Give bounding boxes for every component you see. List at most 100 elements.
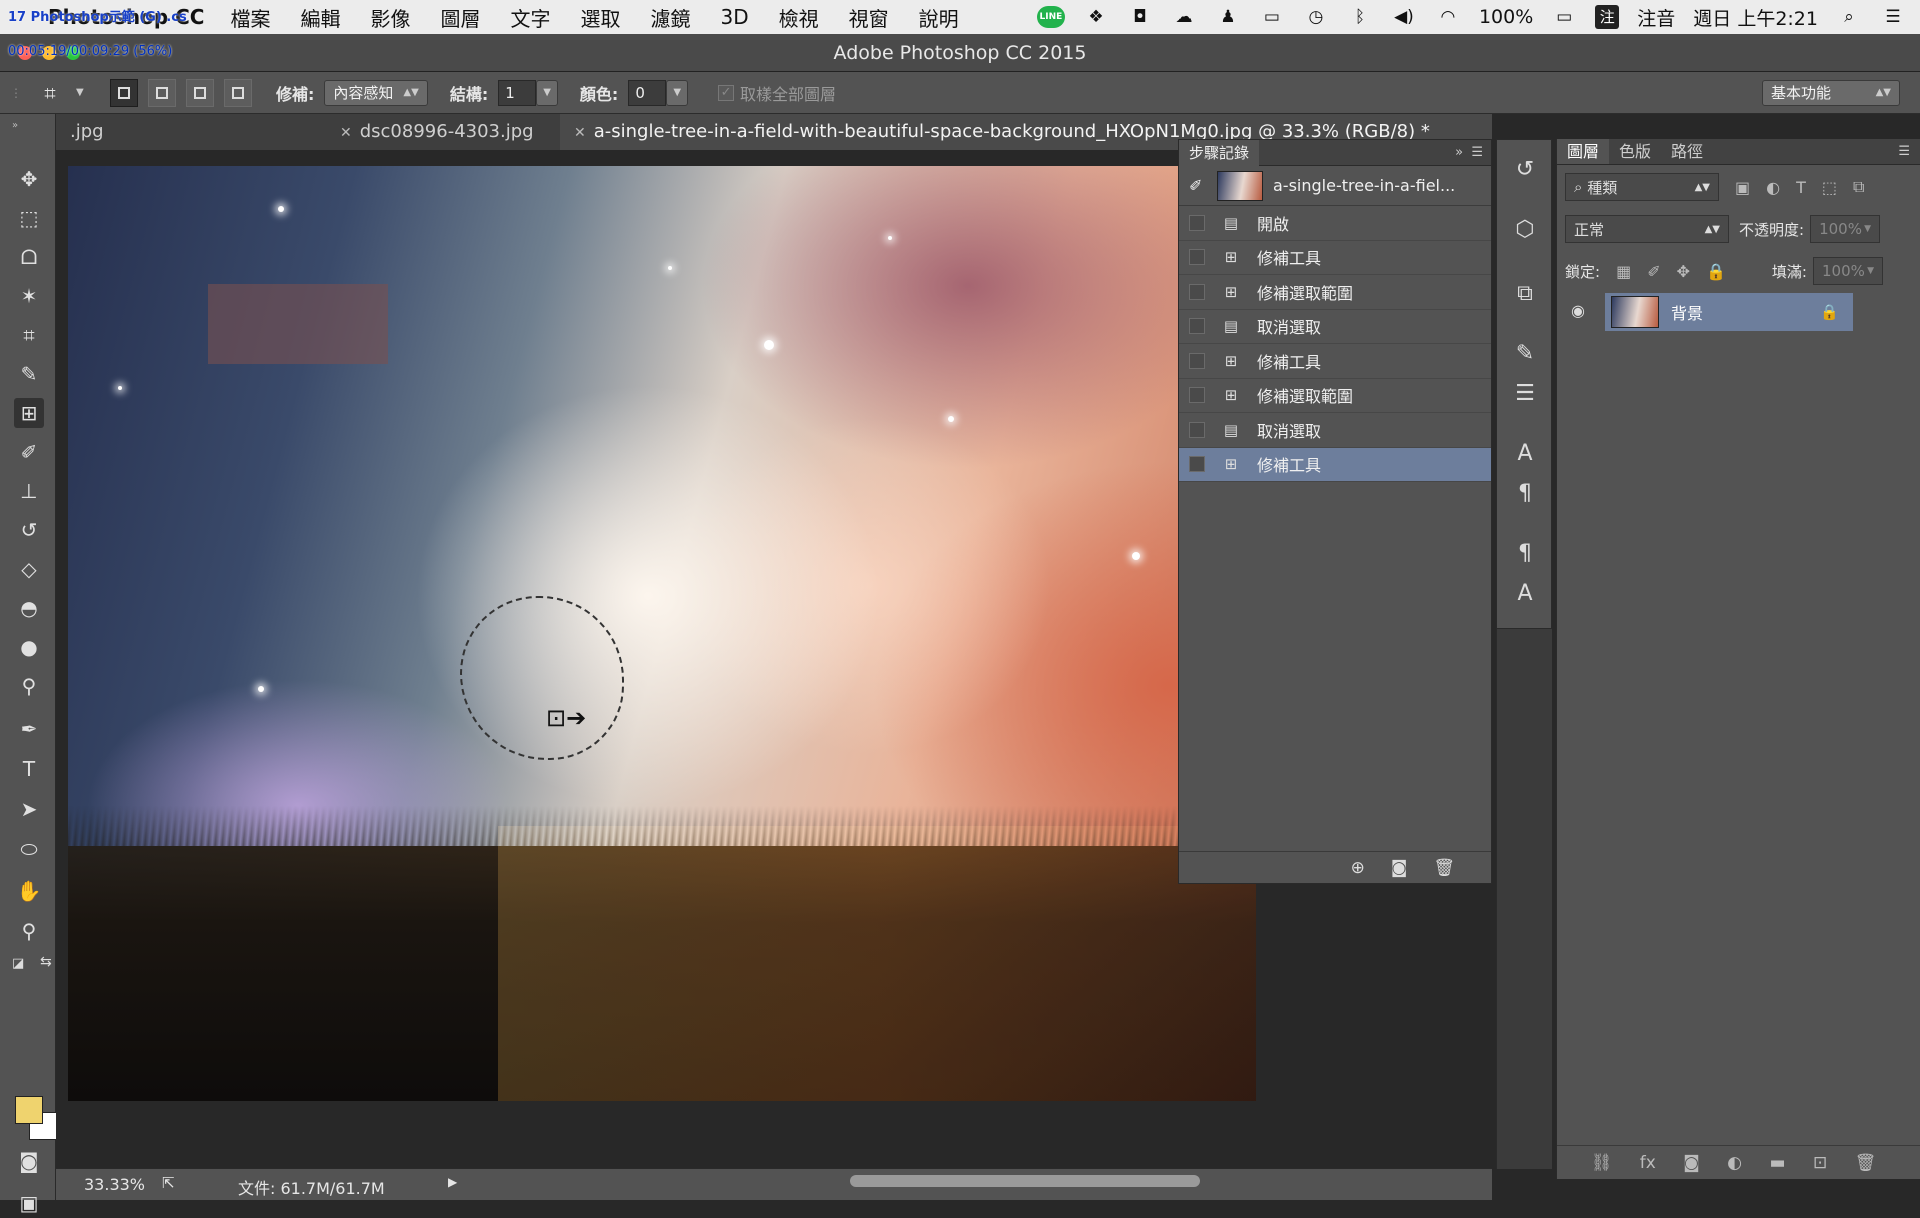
adjustment-layer-icon[interactable]: ◐ xyxy=(1727,1153,1742,1173)
airplay-icon[interactable]: ▭ xyxy=(1259,6,1285,28)
lock-pixels-icon[interactable]: ✐ xyxy=(1647,262,1660,281)
paragraph-styles-icon[interactable]: ¶ xyxy=(1511,540,1539,568)
volume-icon[interactable]: ◀) xyxy=(1391,6,1417,28)
collapse-panel-icon[interactable]: » xyxy=(12,120,18,131)
layer-style-fx-icon[interactable]: fx xyxy=(1640,1153,1656,1173)
swap-colors-icon[interactable]: ⇆ xyxy=(40,954,52,970)
dropbox-icon[interactable]: ❖ xyxy=(1083,6,1109,28)
crop-tool-icon[interactable]: ⌗ xyxy=(14,320,44,350)
history-item[interactable]: ⊞ 修補選取範圍 xyxy=(1179,379,1491,413)
panel-menu-icon[interactable]: ☰ xyxy=(1471,145,1483,160)
layer-lock-icon[interactable]: 🔒 xyxy=(1820,303,1839,321)
lasso-tool-icon[interactable]: ᗝ xyxy=(14,242,44,272)
creative-cloud-icon[interactable]: ☁ xyxy=(1171,6,1197,28)
path-selection-tool-icon[interactable]: ➤ xyxy=(14,794,44,824)
document-image[interactable]: ⊡➔ xyxy=(68,166,1256,1101)
blur-tool-icon[interactable]: ● xyxy=(14,632,44,662)
quick-mask-icon[interactable]: ◙ xyxy=(14,1146,44,1176)
paragraph-panel-icon[interactable]: ¶ xyxy=(1511,480,1539,508)
layer-kind-filter[interactable]: ⌕ 種類 ▲▼ xyxy=(1565,173,1719,201)
horizontal-scrollbar-thumb[interactable] xyxy=(850,1175,1200,1187)
color-dropdown[interactable]: ▼ xyxy=(666,79,689,106)
menu-3d[interactable]: 3D xyxy=(720,5,748,29)
chevron-down-icon[interactable]: ▼ xyxy=(76,87,96,98)
history-source-checkbox[interactable] xyxy=(1189,352,1205,369)
close-icon[interactable]: ✕ xyxy=(574,125,586,141)
filter-pixel-icon[interactable]: ▣ xyxy=(1735,178,1750,197)
history-item[interactable]: ⊞ 修補工具 xyxy=(1179,344,1491,379)
collapse-panel-icon[interactable]: » xyxy=(1455,145,1463,160)
subtract-selection-button[interactable] xyxy=(186,78,214,107)
input-method-label[interactable]: 注音 xyxy=(1637,4,1675,31)
patch-selection-marquee[interactable] xyxy=(460,596,624,760)
default-colors-icon[interactable]: ◪ xyxy=(12,956,24,971)
new-document-from-state-icon[interactable]: ⊕ xyxy=(1351,858,1365,878)
dodge-tool-icon[interactable]: ⚲ xyxy=(14,671,44,701)
menubar-clock[interactable]: 週日 上午2:21 xyxy=(1693,4,1818,31)
paint-bucket-tool-icon[interactable]: ◓ xyxy=(14,593,44,623)
new-group-icon[interactable]: ▬ xyxy=(1769,1153,1785,1173)
history-source-checkbox[interactable] xyxy=(1189,456,1205,473)
history-item[interactable]: ▤ 取消選取 xyxy=(1179,310,1491,344)
marquee-tool-icon[interactable]: ⬚ xyxy=(14,203,44,233)
intersect-selection-button[interactable] xyxy=(224,78,252,107)
move-tool-icon[interactable]: ✥ xyxy=(14,164,44,194)
history-item[interactable]: ▤ 開啟 xyxy=(1179,206,1491,241)
type-tool-icon[interactable]: T xyxy=(14,754,44,784)
notification-center-icon[interactable]: ☰ xyxy=(1880,6,1906,28)
3d-panel-icon[interactable]: ⬡ xyxy=(1511,216,1539,244)
new-layer-icon[interactable]: ⊡ xyxy=(1813,1153,1827,1173)
menu-view[interactable]: 檢視 xyxy=(779,3,819,32)
sample-all-layers-checkbox[interactable]: ✓ xyxy=(718,84,735,101)
wifi-icon[interactable]: ◠ xyxy=(1435,6,1461,28)
blend-mode-select[interactable]: 正常 ▲▼ xyxy=(1565,215,1729,243)
filter-type-icon[interactable]: T xyxy=(1796,178,1806,197)
history-brush-source-icon[interactable]: ✐ xyxy=(1189,176,1202,195)
spotlight-search-icon[interactable]: ⌕ xyxy=(1836,6,1862,28)
structure-dropdown[interactable]: ▼ xyxy=(536,79,558,106)
history-source-checkbox[interactable] xyxy=(1189,283,1205,300)
menu-filter[interactable]: 濾鏡 xyxy=(650,3,690,32)
menu-type[interactable]: 文字 xyxy=(510,3,550,32)
tab-channels[interactable]: 色版 xyxy=(1609,139,1661,164)
brush-presets-icon[interactable]: ✎ xyxy=(1511,340,1539,368)
fill-input[interactable]: 100% ▼ xyxy=(1812,257,1883,285)
layer-row-background[interactable]: 背景 🔒 xyxy=(1605,293,1853,331)
zoom-tool-icon[interactable]: ⚲ xyxy=(14,916,44,946)
link-layers-icon[interactable]: ⛓ xyxy=(1591,1153,1613,1173)
history-brush-tool-icon[interactable]: ↺ xyxy=(14,515,44,545)
adjustments-icon[interactable]: ☰ xyxy=(1511,380,1539,408)
patch-tool-icon[interactable]: ⊞ xyxy=(14,398,44,428)
menu-image[interactable]: 影像 xyxy=(370,3,410,32)
brush-tool-icon[interactable]: ✐ xyxy=(14,437,44,467)
workspace-select[interactable]: 基本功能 ▲▼ xyxy=(1762,79,1900,106)
tab-document-1[interactable]: .jpg xyxy=(56,114,128,150)
foreground-color-swatch[interactable] xyxy=(15,1096,43,1124)
hand-tool-icon[interactable]: ✋ xyxy=(14,876,44,906)
filter-adjustment-icon[interactable]: ◐ xyxy=(1766,178,1780,197)
close-icon[interactable]: ✕ xyxy=(340,125,352,141)
patch-tool-preset-icon[interactable]: ⌗ xyxy=(24,81,76,105)
eraser-tool-icon[interactable]: ◇ xyxy=(14,554,44,584)
opacity-input[interactable]: 100% ▼ xyxy=(1810,215,1881,243)
history-snapshot[interactable]: ✐ a-single-tree-in-a-fiel... xyxy=(1179,166,1491,206)
menu-edit[interactable]: 編輯 xyxy=(300,3,340,32)
ellipse-tool-icon[interactable]: ⬭ xyxy=(14,834,44,864)
lock-position-icon[interactable]: ✥ xyxy=(1677,262,1690,281)
trash-icon[interactable]: 🗑 xyxy=(1433,858,1455,878)
layer-visibility-eye-icon[interactable]: ◉ xyxy=(1571,301,1585,320)
history-source-checkbox[interactable] xyxy=(1189,214,1205,231)
history-panel-icon[interactable]: ↺ xyxy=(1511,156,1539,184)
battery-icon[interactable]: ▭ xyxy=(1551,6,1577,28)
lock-transparent-icon[interactable]: ▦ xyxy=(1616,262,1631,281)
history-panel-tab[interactable]: 步驟記錄 xyxy=(1179,140,1260,166)
bluetooth-icon[interactable]: ᛒ xyxy=(1347,6,1373,28)
history-item[interactable]: ⊞ 修補選取範圍 xyxy=(1179,275,1491,310)
history-item[interactable]: ⊞ 修補工具 xyxy=(1179,241,1491,275)
history-source-checkbox[interactable] xyxy=(1189,387,1205,404)
tab-layers[interactable]: 圖層 xyxy=(1557,139,1610,164)
zoom-level[interactable]: 33.33% xyxy=(84,1175,145,1194)
status-menu-arrow-icon[interactable]: ▶ xyxy=(448,1175,457,1189)
character-panel-icon[interactable]: A xyxy=(1511,440,1539,468)
menu-help[interactable]: 說明 xyxy=(919,3,959,32)
